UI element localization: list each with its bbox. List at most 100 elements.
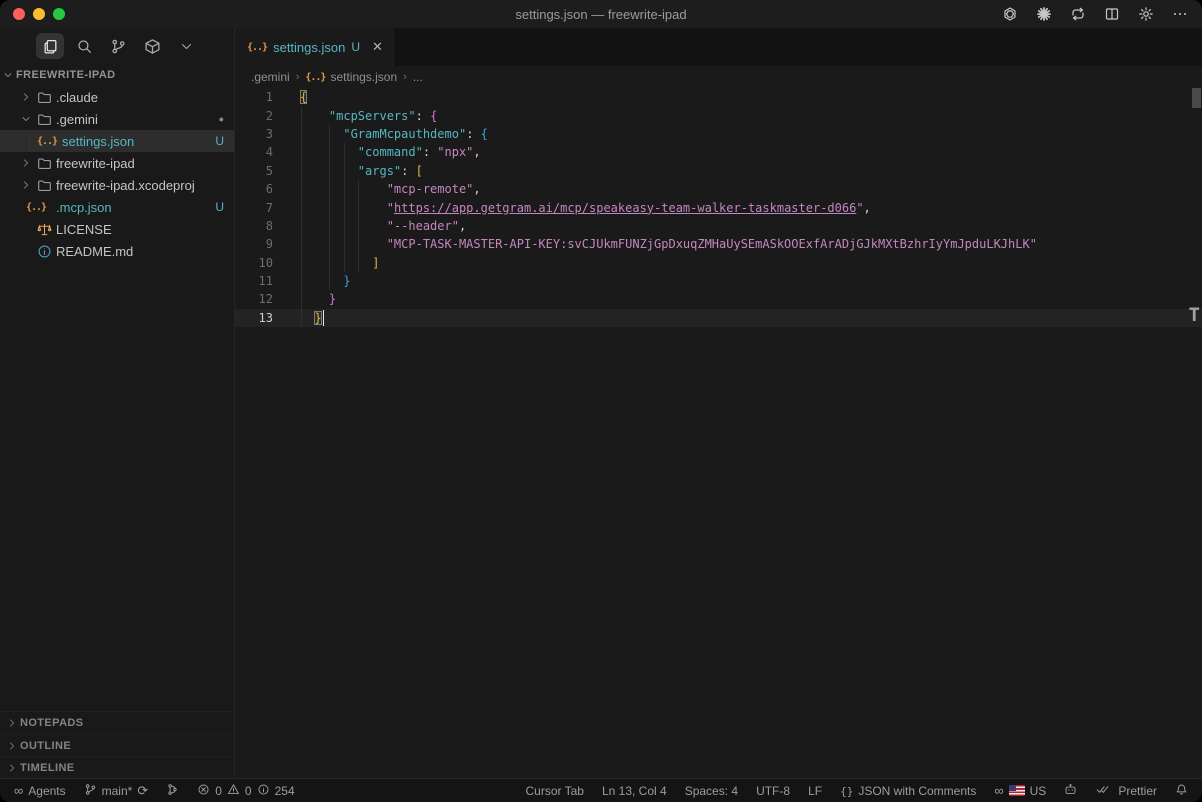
status-git-branch[interactable]: main*⟳ xyxy=(84,783,149,799)
status-copilot[interactable] xyxy=(1064,783,1077,799)
code-line-text: "--header", xyxy=(300,217,466,235)
tree-item-settings-json[interactable]: {..}settings.json U xyxy=(0,130,234,152)
source-control-icon[interactable] xyxy=(104,33,132,59)
zoom-window-button[interactable] xyxy=(53,8,65,20)
tree-item--mcp-json[interactable]: {..}.mcp.jsonU xyxy=(0,196,234,218)
bell-icon xyxy=(1175,783,1188,799)
code-editor[interactable]: T 1{2 "mcpServers": {3 "GramMcpauthdemo"… xyxy=(235,88,1202,778)
close-window-button[interactable] xyxy=(13,8,25,20)
status-text: Prettier xyxy=(1118,784,1157,798)
code-line-text: "GramMcpauthdemo": { xyxy=(300,125,488,143)
code-line-11[interactable]: 11 } xyxy=(235,272,1202,290)
tree-item--claude[interactable]: .claude xyxy=(0,86,234,108)
ellipsis-icon[interactable] xyxy=(1171,6,1188,23)
json-file-icon: {..} xyxy=(34,136,60,147)
code-line-2[interactable]: 2 "mcpServers": { xyxy=(235,106,1202,124)
code-line-1[interactable]: 1{ xyxy=(235,88,1202,106)
json-file-icon: {..} xyxy=(305,72,325,83)
status-text: 0 xyxy=(245,784,252,798)
indent-guide xyxy=(344,217,345,235)
status-encoding[interactable]: UTF-8 xyxy=(756,784,790,798)
breadcrumb-item[interactable]: ... xyxy=(413,70,423,84)
breadcrumb-separator-icon: › xyxy=(403,71,407,83)
status-formatter[interactable]: Prettier xyxy=(1095,783,1157,799)
git-untracked-badge: U xyxy=(215,134,224,148)
tab-settings-json[interactable]: {..} settings.json U ✕ xyxy=(235,28,394,66)
chevron-right-icon xyxy=(18,92,34,102)
tree-item-license[interactable]: LICENSE xyxy=(0,218,234,240)
code-token xyxy=(300,311,314,325)
code-token: , xyxy=(473,182,480,196)
minimize-window-button[interactable] xyxy=(33,8,45,20)
status-language-mode[interactable]: {}JSON with Comments xyxy=(840,784,976,798)
tree-item-freewrite-ipad[interactable]: freewrite-ipad xyxy=(0,152,234,174)
panel-notepads[interactable]: NOTEPADS xyxy=(0,712,234,734)
code-line-7[interactable]: 7 "https://app.getgram.ai/mcp/speakeasy-… xyxy=(235,198,1202,216)
extensions-icon[interactable] xyxy=(138,33,166,59)
indent-guide xyxy=(301,125,302,143)
chevron-down-icon[interactable] xyxy=(172,33,200,59)
status-agents[interactable]: ∞Agents xyxy=(14,784,66,798)
status-git-graph[interactable] xyxy=(166,783,179,799)
indent-guide xyxy=(301,290,302,308)
panel-outline[interactable]: OUTLINE xyxy=(0,734,234,756)
tree-item-freewrite-ipad-xcodeproj[interactable]: freewrite-ipad.xcodeproj xyxy=(0,174,234,196)
status-text: 254 xyxy=(275,784,295,798)
panel-timeline[interactable]: TIMELINE xyxy=(0,756,234,778)
code-token xyxy=(300,127,343,141)
status-notifications[interactable] xyxy=(1175,783,1188,799)
infinity-icon: ∞ xyxy=(14,784,23,797)
tree-item-label: .mcp.json xyxy=(56,200,112,215)
status-eol[interactable]: LF xyxy=(808,784,822,798)
code-line-4[interactable]: 4 "command": "npx", xyxy=(235,143,1202,161)
code-line-8[interactable]: 8 "--header", xyxy=(235,217,1202,235)
gear-icon[interactable] xyxy=(1137,6,1154,23)
explorer-root-label: FREEWRITE-IPAD xyxy=(16,69,116,81)
code-token: , xyxy=(864,201,871,215)
code-token: } xyxy=(314,311,321,325)
indent-guide xyxy=(358,217,359,235)
license-scales-icon xyxy=(34,222,54,237)
tree-item-label: settings.json xyxy=(62,134,134,149)
explorer-root-row[interactable]: FREEWRITE-IPAD xyxy=(0,64,234,86)
search-icon[interactable] xyxy=(70,33,98,59)
code-line-6[interactable]: 6 "mcp-remote", xyxy=(235,180,1202,198)
code-line-3[interactable]: 3 "GramMcpauthdemo": { xyxy=(235,125,1202,143)
breadcrumb-item[interactable]: .gemini xyxy=(251,70,290,84)
status-text: LF xyxy=(808,784,822,798)
tree-item--gemini[interactable]: .gemini● xyxy=(0,108,234,130)
close-tab-icon[interactable]: ✕ xyxy=(372,39,383,55)
status-problems[interactable]: 00254 xyxy=(197,783,294,799)
code-token: : xyxy=(416,109,430,123)
folder-icon xyxy=(34,178,54,193)
status-input-source[interactable]: ∞US xyxy=(994,784,1046,798)
indent-guide xyxy=(29,130,30,152)
openai-icon[interactable] xyxy=(1001,6,1018,23)
code-line-12[interactable]: 12 } xyxy=(235,290,1202,308)
error-icon xyxy=(197,783,210,799)
tree-item-label: freewrite-ipad xyxy=(56,156,135,171)
breadcrumb-item[interactable]: {..}settings.json xyxy=(305,70,397,84)
status-cursor-position[interactable]: Ln 13, Col 4 xyxy=(602,784,667,798)
code-line-9[interactable]: 9 "MCP-TASK-MASTER-API-KEY:svCJUkmFUNZjG… xyxy=(235,235,1202,253)
chevron-right-icon xyxy=(4,718,20,728)
sync-loop-icon[interactable] xyxy=(1069,6,1086,23)
activity-bar xyxy=(0,28,234,64)
status-indentation[interactable]: Spaces: 4 xyxy=(685,784,738,798)
split-editor-icon[interactable] xyxy=(1103,6,1120,23)
explorer-icon[interactable] xyxy=(36,33,64,59)
tree-item-label: README.md xyxy=(56,244,133,259)
code-line-5[interactable]: 5 "args": [ xyxy=(235,162,1202,180)
graph-icon xyxy=(166,783,179,799)
indent-guide xyxy=(329,217,330,235)
indent-guide xyxy=(344,143,345,161)
tree-item-label: LICENSE xyxy=(56,222,112,237)
status-text: Spaces: 4 xyxy=(685,784,738,798)
claude-icon[interactable] xyxy=(1035,6,1052,23)
code-line-10[interactable]: 10 ] xyxy=(235,254,1202,272)
panel-label: NOTEPADS xyxy=(20,717,84,729)
status-cursor-tab[interactable]: Cursor Tab xyxy=(525,784,583,798)
code-line-13[interactable]: 13 } xyxy=(235,309,1202,327)
titlebar-actions xyxy=(1001,0,1188,28)
tree-item-readme-md[interactable]: README.md xyxy=(0,240,234,262)
